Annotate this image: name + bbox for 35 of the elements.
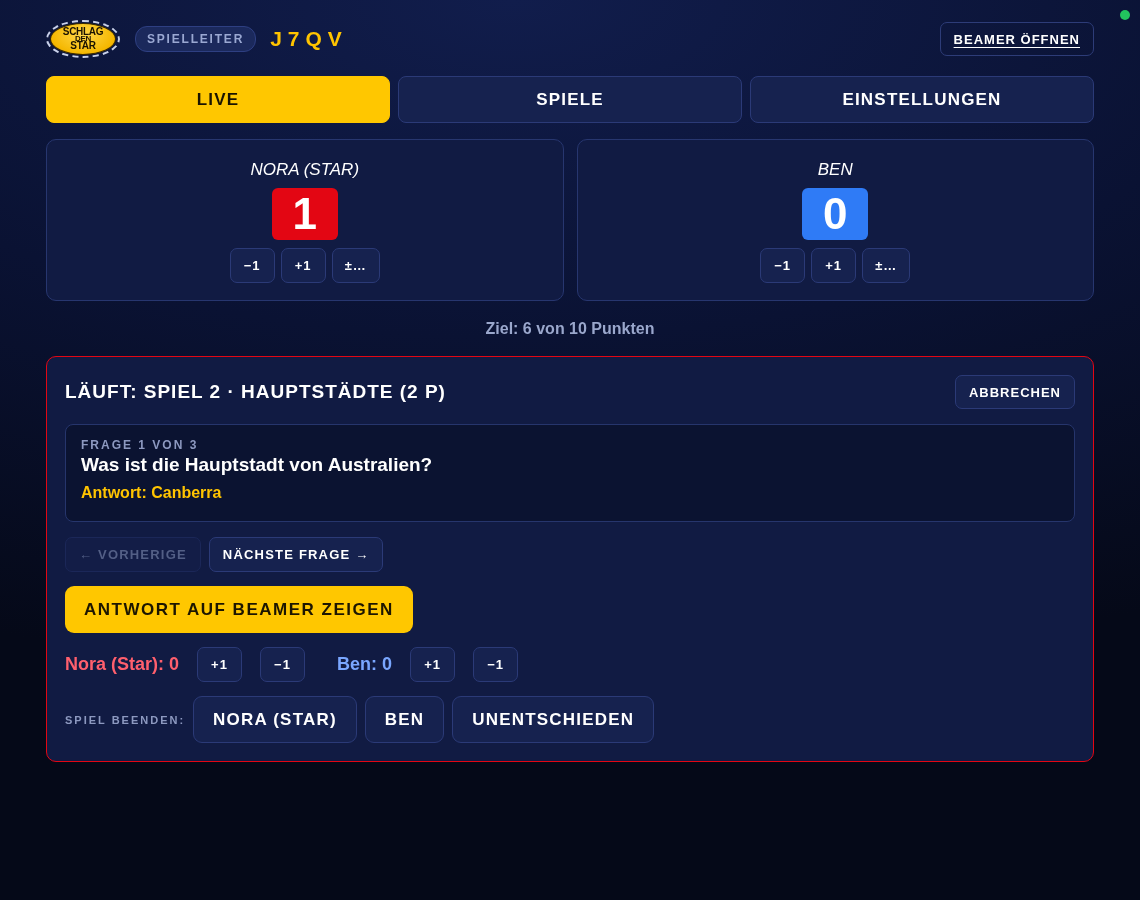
open-beamer-button[interactable]: BEAMER ÖFFNEN: [939, 22, 1094, 56]
winner-button[interactable]: UNENTSCHIEDEN: [452, 696, 655, 743]
round-score: Ben: 0: [337, 654, 393, 675]
score-adjust-button[interactable]: +1: [280, 248, 326, 283]
player-score: 0: [802, 188, 869, 240]
tab[interactable]: LIVE: [46, 76, 390, 123]
end-game-label: SPIEL BEENDEN:: [65, 713, 186, 726]
show-answer-button[interactable]: ANTWORT AUF BEAMER ZEIGEN: [65, 586, 413, 633]
score-adjust-button[interactable]: −1: [473, 647, 519, 682]
tab[interactable]: EINSTELLUNGEN: [750, 76, 1094, 123]
logo-text: SCHLAG DEN STAR: [62, 27, 104, 51]
cancel-button[interactable]: ABBRECHEN: [954, 375, 1075, 409]
question-counter: FRAGE 1 VON 3: [81, 438, 199, 453]
next-question-button[interactable]: NÄCHSTE FRAGE →: [208, 537, 384, 572]
score-adjust-button[interactable]: +1: [811, 248, 857, 283]
room-code: J7QV: [270, 27, 348, 51]
round-score: Nora (Star): 0: [65, 654, 180, 675]
player-name: NORA (STAR): [250, 160, 360, 180]
score-adjust-button[interactable]: −1: [229, 248, 275, 283]
goal-text: Ziel: 6 von 10 Punkten: [485, 319, 655, 339]
role-badge: SPIELLEITER: [135, 26, 257, 52]
score-adjust-button[interactable]: ±…: [331, 248, 380, 283]
score-adjust-button[interactable]: ±…: [862, 248, 911, 283]
answer-text: Antwort: Canberra: [81, 483, 222, 503]
winner-button[interactable]: NORA (STAR): [193, 696, 357, 743]
player-name: BEN: [817, 160, 853, 180]
score-adjust-button[interactable]: +1: [410, 647, 456, 682]
tab[interactable]: SPIELE: [398, 76, 742, 123]
winner-button[interactable]: BEN: [364, 696, 445, 743]
score-adjust-button[interactable]: −1: [260, 647, 306, 682]
score-adjust-button[interactable]: −1: [760, 248, 806, 283]
score-adjust-button[interactable]: +1: [197, 647, 243, 682]
question-text: Was ist die Hauptstadt von Australien?: [81, 453, 433, 477]
player-score: 1: [271, 188, 338, 240]
game-title: LÄUFT: SPIEL 2 · HAUPTSTÄDTE (2 P): [65, 381, 446, 403]
